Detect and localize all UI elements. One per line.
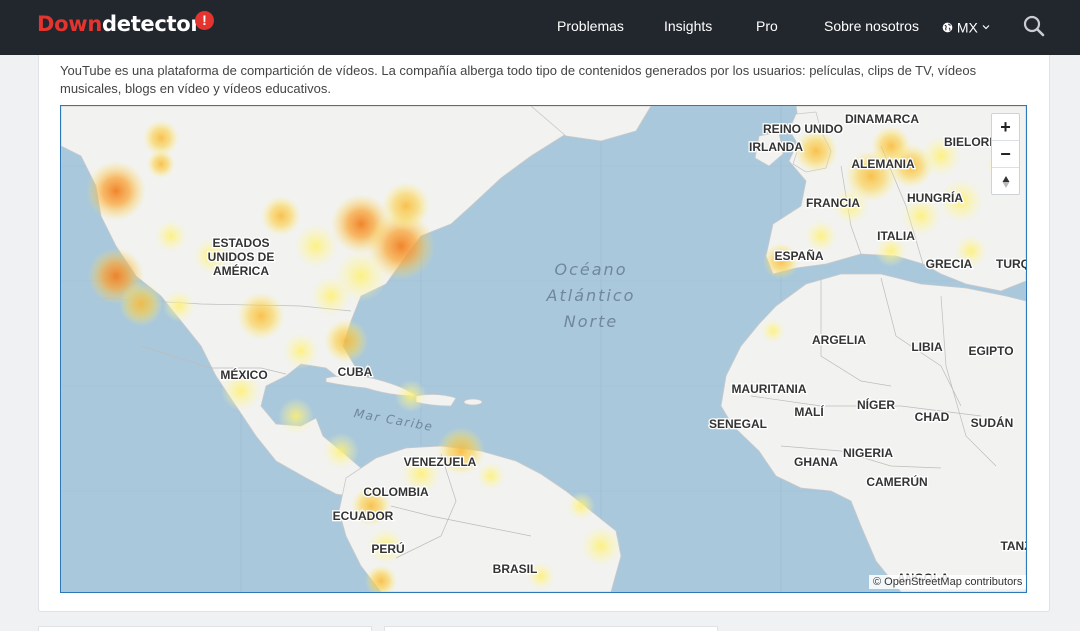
label-sudan: SUDÁN: [971, 415, 1014, 430]
label-egipto: EGIPTO: [968, 344, 1013, 358]
nav-insights[interactable]: Insights: [664, 18, 712, 34]
label-estados-unidos-3: AMÉRICA: [213, 263, 269, 278]
label-nigeria: NIGERIA: [843, 446, 893, 460]
map-attribution[interactable]: © OpenStreetMap contributors: [869, 575, 1027, 589]
label-dinamarca: DINAMARCA: [845, 112, 919, 126]
label-oceano-3: Norte: [564, 312, 618, 331]
label-argelia: ARGELIA: [812, 333, 866, 347]
label-venezuela: VENEZUELA: [404, 455, 477, 469]
label-reino-unido: REINO UNIDO: [763, 122, 843, 136]
top-navigation-bar: Downdetector ! Problemas Insights Pro So…: [0, 0, 1080, 55]
label-mauritania: MAURITANIA: [731, 382, 806, 396]
label-espana: ESPAÑA: [774, 248, 823, 263]
label-libia: LIBIA: [911, 340, 943, 354]
label-niger: NÍGER: [857, 397, 895, 412]
next-card-left: [38, 626, 372, 631]
label-francia: FRANCIA: [806, 196, 860, 210]
chevron-down-icon: [982, 25, 990, 30]
label-mexico: MÉXICO: [220, 367, 267, 382]
zoom-out-button[interactable]: −: [992, 140, 1019, 167]
label-oceano-2: Atlántico: [546, 286, 636, 305]
zoom-in-button[interactable]: +: [992, 114, 1019, 140]
service-description: YouTube es una plataforma de compartició…: [60, 63, 977, 96]
label-ecuador: ECUADOR: [333, 509, 394, 523]
label-colombia: COLOMBIA: [363, 485, 429, 499]
region-selector[interactable]: MX: [942, 18, 990, 35]
nav-problemas[interactable]: Problemas: [557, 18, 624, 34]
globe-icon: [942, 22, 953, 33]
label-turq: TURQ: [996, 257, 1026, 271]
label-brasil: BRASIL: [493, 562, 538, 576]
label-senegal: SENEGAL: [709, 417, 767, 431]
label-cuba: CUBA: [338, 365, 373, 379]
label-italia: ITALIA: [877, 229, 915, 243]
label-oceano-1: Océano: [555, 260, 628, 279]
label-peru: PERÚ: [371, 541, 404, 556]
label-estados-unidos-1: ESTADOS: [212, 236, 269, 250]
map-zoom-controls: + −: [991, 113, 1020, 195]
label-ghana: GHANA: [794, 455, 838, 469]
downdetector-logo[interactable]: Downdetector: [37, 12, 201, 36]
label-irlanda: IRLANDA: [749, 140, 803, 154]
logo-down-text: Down: [37, 12, 103, 36]
label-alemania: ALEMANIA: [851, 157, 915, 171]
logo-alert-icon: !: [195, 11, 214, 30]
nav-sobre-nosotros[interactable]: Sobre nosotros: [824, 18, 919, 34]
logo-detector-text: detector: [102, 12, 201, 36]
outage-map[interactable]: ESTADOS UNIDOS DE AMÉRICA MÉXICO CUBA VE…: [60, 105, 1027, 593]
search-icon[interactable]: [1022, 14, 1046, 38]
nav-pro[interactable]: Pro: [756, 18, 778, 34]
label-estados-unidos-2: UNIDOS DE: [208, 250, 275, 264]
label-grecia: GRECIA: [926, 257, 973, 271]
label-hungria: HUNGRÍA: [907, 190, 963, 205]
label-tanz: TANZ: [1000, 539, 1026, 553]
label-camerun: CAMERÚN: [866, 474, 927, 489]
compass-icon: [1002, 176, 1009, 189]
label-mali: MALÍ: [794, 404, 824, 419]
region-code: MX: [956, 19, 978, 36]
label-chad: CHAD: [915, 410, 950, 424]
reset-north-button[interactable]: [992, 167, 1019, 194]
map-canvas: ESTADOS UNIDOS DE AMÉRICA MÉXICO CUBA VE…: [61, 106, 1026, 592]
land-puerto-rico: [463, 398, 483, 406]
next-card-right: [384, 626, 718, 631]
